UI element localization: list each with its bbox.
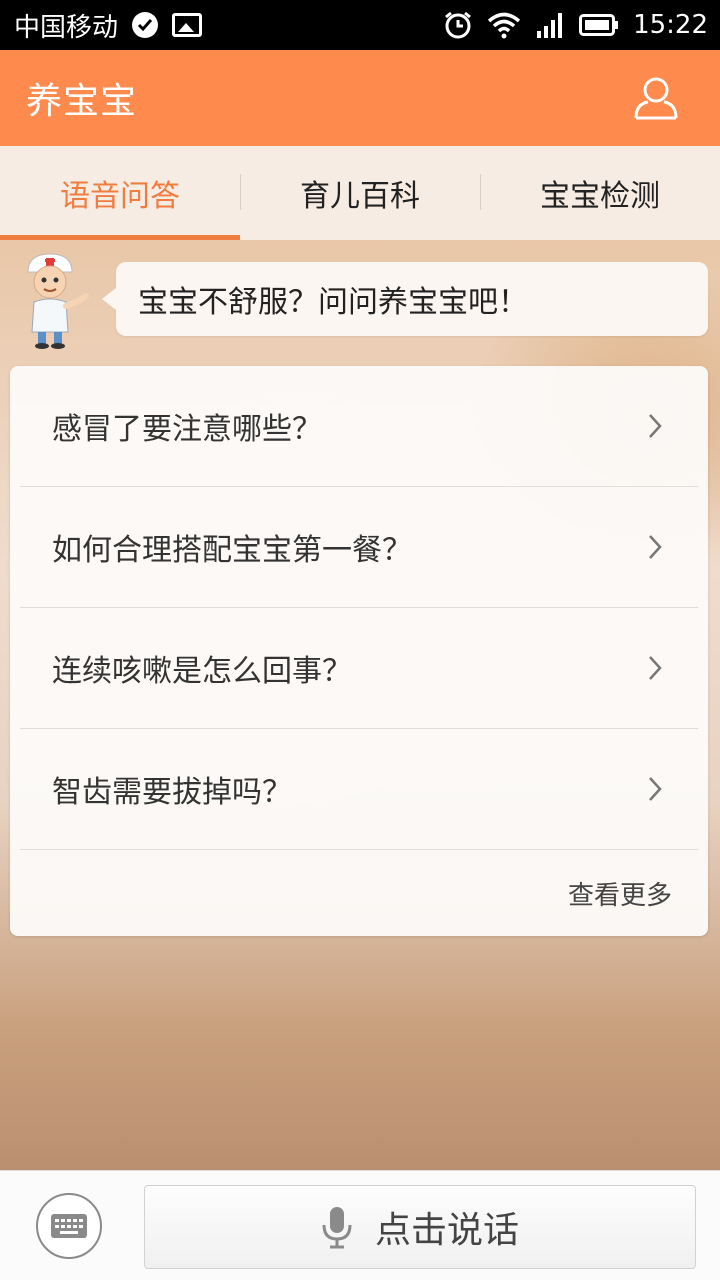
- check-circle-icon: [132, 12, 159, 38]
- assistant-message-bubble: 宝宝不舒服？问问养宝宝吧！: [102, 262, 708, 336]
- doctor-avatar: [27, 253, 89, 349]
- input-bar: 点击说话: [0, 1170, 720, 1280]
- alarm-icon: [445, 11, 471, 39]
- keyboard-icon: [51, 1214, 87, 1238]
- question-text: 智齿需要拔掉吗？: [52, 775, 292, 810]
- chevron-right-icon: [649, 777, 662, 801]
- microphone-icon: [322, 1207, 352, 1249]
- see-more-row: 查看更多: [20, 850, 698, 936]
- user-icon[interactable]: [632, 74, 680, 122]
- question-text: 连续咳嗽是怎么回事？: [52, 654, 352, 689]
- question-text: 感冒了要注意哪些？: [52, 412, 322, 447]
- tab-parenting-encyclopedia[interactable]: 育儿百科: [240, 146, 480, 240]
- chevron-right-icon: [649, 656, 662, 680]
- question-item[interactable]: 感冒了要注意哪些？: [20, 366, 698, 487]
- question-item[interactable]: 连续咳嗽是怎么回事？: [20, 608, 698, 729]
- speak-label: 点击说话: [374, 1210, 519, 1251]
- keyboard-toggle-button[interactable]: [36, 1193, 102, 1259]
- tab-voice-qa[interactable]: 语音问答: [0, 146, 240, 240]
- carrier-name: 中国移动: [14, 12, 119, 43]
- status-bar: 中国移动 15:22: [0, 0, 720, 50]
- clock-time: 15:22: [633, 10, 708, 40]
- chevron-right-icon: [649, 414, 662, 438]
- question-text: 如何合理搭配宝宝第一餐？: [52, 533, 412, 568]
- tab-baby-check[interactable]: 宝宝检测: [480, 146, 720, 240]
- assistant-message: 宝宝不舒服？问问养宝宝吧！: [138, 285, 528, 320]
- question-item[interactable]: 如何合理搭配宝宝第一餐？: [20, 487, 698, 608]
- see-more-link[interactable]: 查看更多: [568, 875, 672, 912]
- suggested-questions-card: 感冒了要注意哪些？ 如何合理搭配宝宝第一餐？ 连续咳嗽是怎么回事？ 智齿需要拔掉…: [10, 366, 708, 936]
- battery-icon: [579, 14, 619, 36]
- tap-to-speak-button[interactable]: 点击说话: [144, 1185, 696, 1269]
- question-item[interactable]: 智齿需要拔掉吗？: [20, 729, 698, 850]
- tab-bar: 语音问答 育儿百科 宝宝检测: [0, 146, 720, 240]
- app-header: 养宝宝: [0, 50, 720, 146]
- image-icon: [172, 13, 203, 37]
- wifi-icon: [487, 12, 521, 39]
- chevron-right-icon: [649, 535, 662, 559]
- signal-icon: [537, 13, 563, 38]
- app-title: 养宝宝: [26, 81, 138, 122]
